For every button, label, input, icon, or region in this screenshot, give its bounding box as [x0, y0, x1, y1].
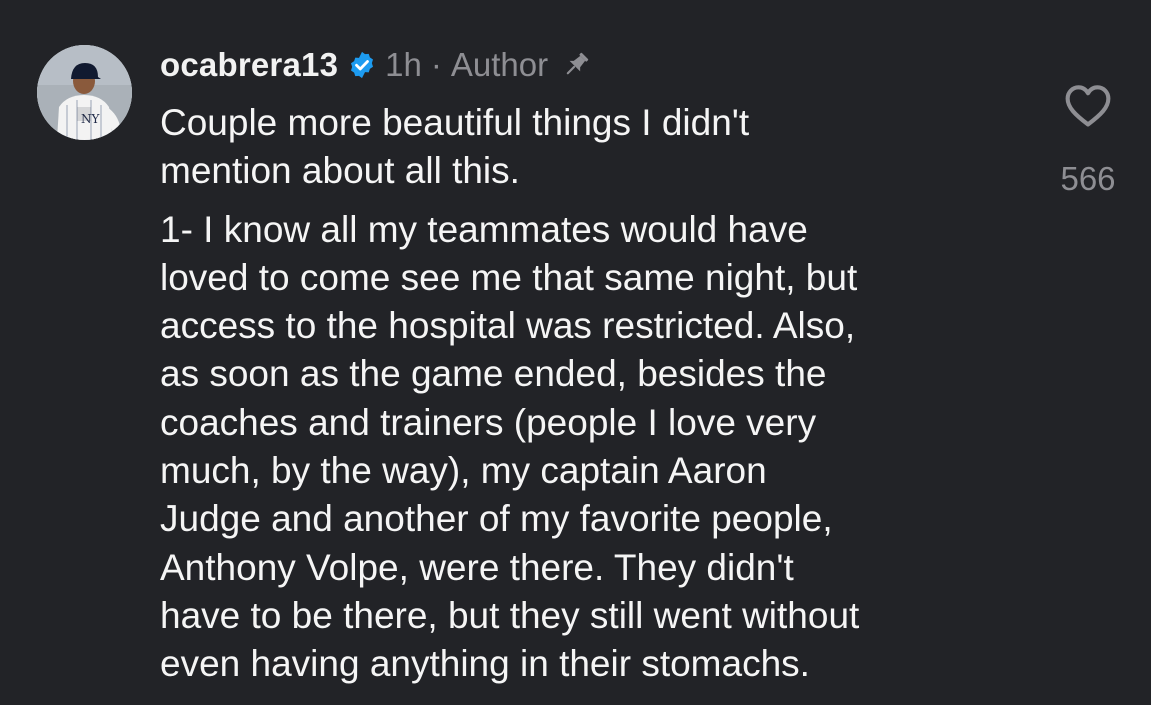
- player-avatar-image: NY: [37, 45, 132, 140]
- avatar[interactable]: NY: [37, 45, 132, 140]
- like-area: 566: [1048, 80, 1128, 198]
- comment-body: Couple more beautiful things I didn't me…: [160, 99, 1020, 689]
- like-count: 566: [1060, 160, 1116, 197]
- username[interactable]: ocabrera13: [160, 46, 338, 84]
- comment: NY ocabrera13 1h · Author Couple more be…: [0, 0, 1151, 705]
- author-badge: Author: [450, 46, 549, 83]
- heart-icon[interactable]: [1062, 80, 1114, 132]
- timestamp: 1h: [385, 46, 422, 83]
- comment-header: ocabrera13 1h · Author: [160, 43, 592, 87]
- verified-badge-icon: [347, 50, 377, 80]
- meta-separator: ·: [430, 46, 442, 83]
- pin-icon: [560, 49, 592, 81]
- comment-paragraph-1: Couple more beautiful things I didn't me…: [160, 102, 750, 192]
- comment-paragraph-2: 1- I know all my teammates would have lo…: [160, 208, 860, 685]
